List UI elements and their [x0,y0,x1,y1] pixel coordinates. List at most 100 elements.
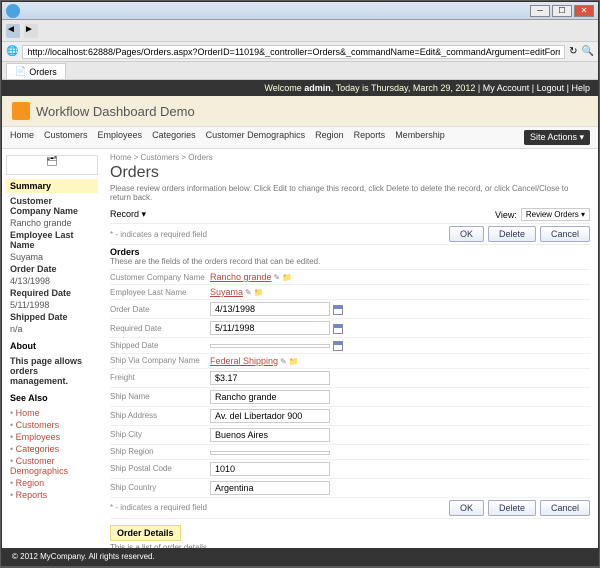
my-account-link[interactable]: My Account [483,83,530,93]
field-label: Customer Company Name [110,273,210,282]
field-label: Ship Address [110,411,210,420]
seealso-list: Home Customers Employees Categories Cust… [6,407,98,501]
seealso-title: See Also [6,391,98,405]
calendar-icon[interactable] [333,305,343,315]
menu-categories[interactable]: Categories [152,130,196,145]
employee-link[interactable]: Suyama [210,287,243,297]
minimize-button[interactable]: ─ [530,5,550,17]
field-label: Required Date [110,324,210,333]
page-footer: © 2012 MyCompany. All rights reserved. [2,548,598,565]
calendar-icon[interactable] [333,324,343,334]
tab-icon: 📄 [15,66,26,77]
browser-tabs: 📄 Orders [2,62,598,80]
browser-window: ─ ☐ ✕ ◄ ► 🌐 ↻ 🔍 📄 Orders Welcome admin, … [1,1,599,566]
view-dropdown[interactable]: Review Orders ▾ [521,208,590,221]
summary-label: Order Date [6,263,98,275]
close-button[interactable]: ✕ [574,5,594,17]
shipdate-input[interactable] [210,344,330,348]
view-label: View: [495,210,517,220]
delete-button[interactable]: Delete [488,226,536,242]
lookup-icon[interactable]: 📁 [254,288,264,297]
cancel-button[interactable]: Cancel [540,500,590,516]
seealso-link[interactable]: Employees [6,431,98,443]
orderdate-input[interactable]: 4/13/1998 [210,302,330,316]
search-icon[interactable]: 🔍 [582,46,594,57]
field-label: Ship City [110,430,210,439]
lookup-icon[interactable]: 📁 [289,357,299,366]
field-label: Employee Last Name [110,288,210,297]
ie-icon [6,4,20,18]
seealso-link[interactable]: Categories [6,443,98,455]
ok-button[interactable]: OK [449,226,484,242]
summary-value: Suyama [6,251,98,263]
main-panel: Home > Customers > Orders Orders Please … [102,149,598,548]
record-dropdown[interactable]: Record ▾ [110,209,146,220]
brand-bar: Workflow Dashboard Demo [2,96,598,127]
refresh-icon[interactable]: ↻ [569,46,577,57]
shipcity-input[interactable]: Buenos Aires [210,428,330,442]
field-label: Order Date [110,305,210,314]
shipcountry-input[interactable]: Argentina [210,481,330,495]
about-text: This page allows orders management. [6,355,98,387]
page-title: Orders [110,164,590,182]
field-label: Ship Country [110,483,210,492]
customer-link[interactable]: Rancho grande [210,272,272,282]
freight-input[interactable]: $3.17 [210,371,330,385]
menu-customers[interactable]: Customers [44,130,88,145]
menu-reports[interactable]: Reports [354,130,386,145]
summary-label: Customer Company Name [6,195,98,217]
menu-custdemo[interactable]: Customer Demographics [206,130,306,145]
action-toolbar: * - indicates a required field OK Delete… [110,224,590,245]
summary-value: 5/11/1998 [6,299,98,311]
calendar-icon[interactable] [333,341,343,351]
breadcrumb: Home > Customers > Orders [110,153,590,162]
seealso-link[interactable]: Customers [6,419,98,431]
seealso-link[interactable]: Home [6,407,98,419]
url-input[interactable] [22,45,565,59]
site-actions-button[interactable]: Site Actions ▾ [524,130,590,145]
about-title: About [6,339,98,353]
menu-membership[interactable]: Membership [395,130,445,145]
sidebar-icon: 🗂 [6,155,98,175]
title-bar: ─ ☐ ✕ [2,2,598,20]
back-icon[interactable]: ◄ [6,24,20,38]
shippostal-input[interactable]: 1010 [210,462,330,476]
field-label: Ship Postal Code [110,464,210,473]
shipaddr-input[interactable]: Av. del Libertador 900 [210,409,330,423]
menu-employees[interactable]: Employees [98,130,143,145]
seealso-link[interactable]: Customer Demographics [6,455,98,477]
edit-icon[interactable]: ✎ [245,288,252,297]
logout-link[interactable]: Logout [537,83,565,93]
shipvia-link[interactable]: Federal Shipping [210,356,278,366]
maximize-button[interactable]: ☐ [552,5,572,17]
seealso-link[interactable]: Region [6,477,98,489]
brand-title: Workflow Dashboard Demo [36,104,195,119]
sidebar-summary-title: Summary [6,179,98,193]
edit-icon[interactable]: ✎ [274,273,281,282]
menu-region[interactable]: Region [315,130,344,145]
help-link[interactable]: Help [571,83,590,93]
summary-value: n/a [6,323,98,335]
order-details-title: Order Details [110,525,181,541]
delete-button[interactable]: Delete [488,500,536,516]
tab-orders[interactable]: 📄 Orders [6,63,66,79]
lookup-icon[interactable]: 📁 [282,273,292,282]
address-bar: 🌐 ↻ 🔍 [2,42,598,62]
action-toolbar-bottom: * - indicates a required field OK Delete… [110,498,590,519]
required-note: * - indicates a required field [110,503,207,512]
summary-label: Shipped Date [6,311,98,323]
field-label: Shipped Date [110,341,210,350]
ok-button[interactable]: OK [449,500,484,516]
forward-icon[interactable]: ► [24,24,38,38]
required-note: * - indicates a required field [110,230,207,239]
shipregion-input[interactable] [210,451,330,455]
seealso-link[interactable]: Reports [6,489,98,501]
shipname-input[interactable]: Rancho grande [210,390,330,404]
field-label: Ship Region [110,447,210,456]
reqdate-input[interactable]: 5/11/1998 [210,321,330,335]
menu-home[interactable]: Home [10,130,34,145]
cancel-button[interactable]: Cancel [540,226,590,242]
edit-icon[interactable]: ✎ [280,357,287,366]
orders-section-title: Orders [110,247,590,257]
current-user: admin [304,83,331,93]
